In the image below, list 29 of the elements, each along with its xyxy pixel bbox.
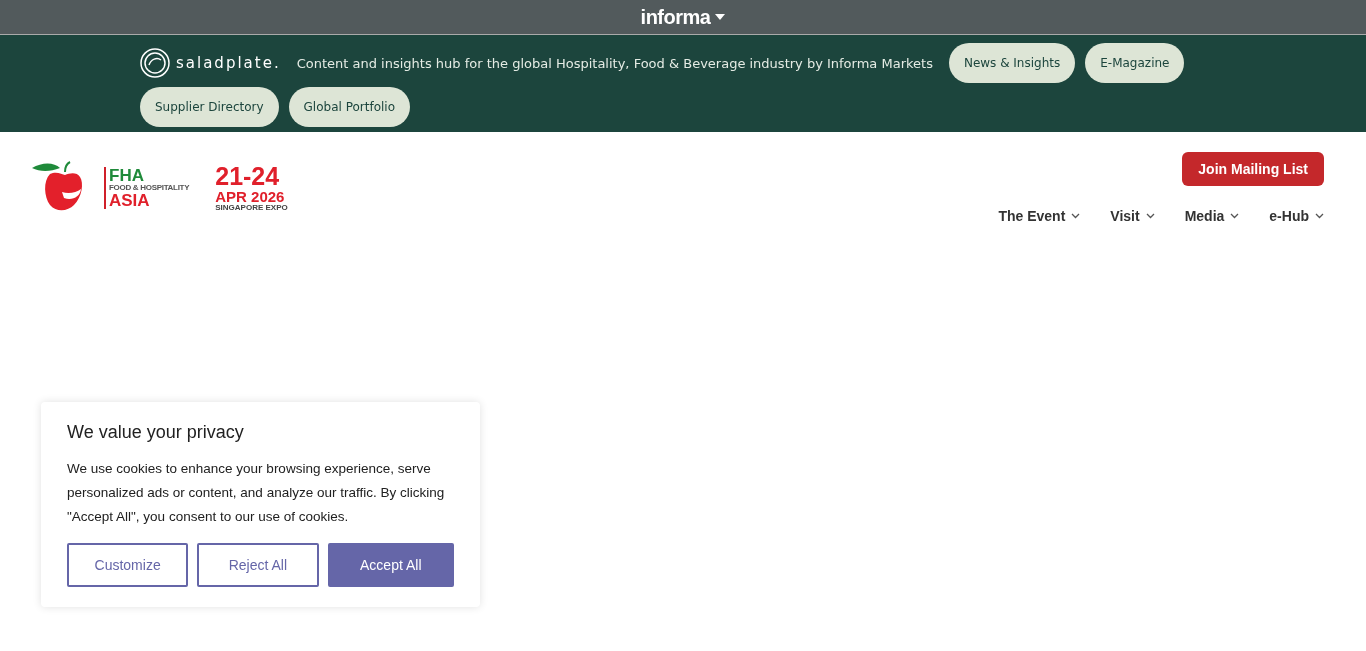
nav-menu-item[interactable]: The Event [998,208,1081,224]
nav-menu-item[interactable]: Media [1184,208,1240,224]
nav-pill[interactable]: Global Portfolio [288,87,411,127]
cookie-text: We use cookies to enhance your browsing experience, serve personalized ads or content, and analyze our traffic. By clicking "Accept All", you consent to our use of cookies. [67,460,446,526]
cookie-button[interactable]: Accept All [327,543,454,587]
nav-menu-item[interactable]: Visit [1110,208,1155,224]
cookie-button[interactable]: Reject All [197,543,319,587]
logo-text: saladplate. [176,54,281,72]
logo-text: FHA [109,167,145,184]
event-month: APR 2026 [215,189,286,204]
chevron-down-icon [1315,213,1324,219]
nav-menu-item[interactable]: e-Hub [1269,208,1324,224]
plate-logo-icon [140,47,170,79]
chevron-down-icon [1071,213,1081,219]
nav-pill[interactable]: E-Magazine [1085,43,1185,83]
cookie-button[interactable]: Customize [67,543,189,587]
cookie-title: We value your privacy [67,422,245,443]
brand-menu[interactable]: informa [640,5,726,29]
event-days: 21-24 [215,164,288,189]
nav-pill[interactable]: Supplier Directory [140,87,279,127]
logo-text: ASIA [109,192,151,209]
caret-icon [715,14,726,20]
nav-pill[interactable]: News & Insights [948,43,1076,83]
chevron-down-icon [1230,213,1240,219]
logo-text: FOOD & HOSPITALITY [109,184,190,192]
join-mailing-list-button[interactable]: Join Mailing List [1182,152,1324,186]
tagline: Content and insights hub for the global Hospitality, Food & Beverage industry by Informa Markets [296,55,933,71]
event-venue: SINGAPORE EXPO [215,204,288,212]
chevron-down-icon [1145,213,1155,219]
